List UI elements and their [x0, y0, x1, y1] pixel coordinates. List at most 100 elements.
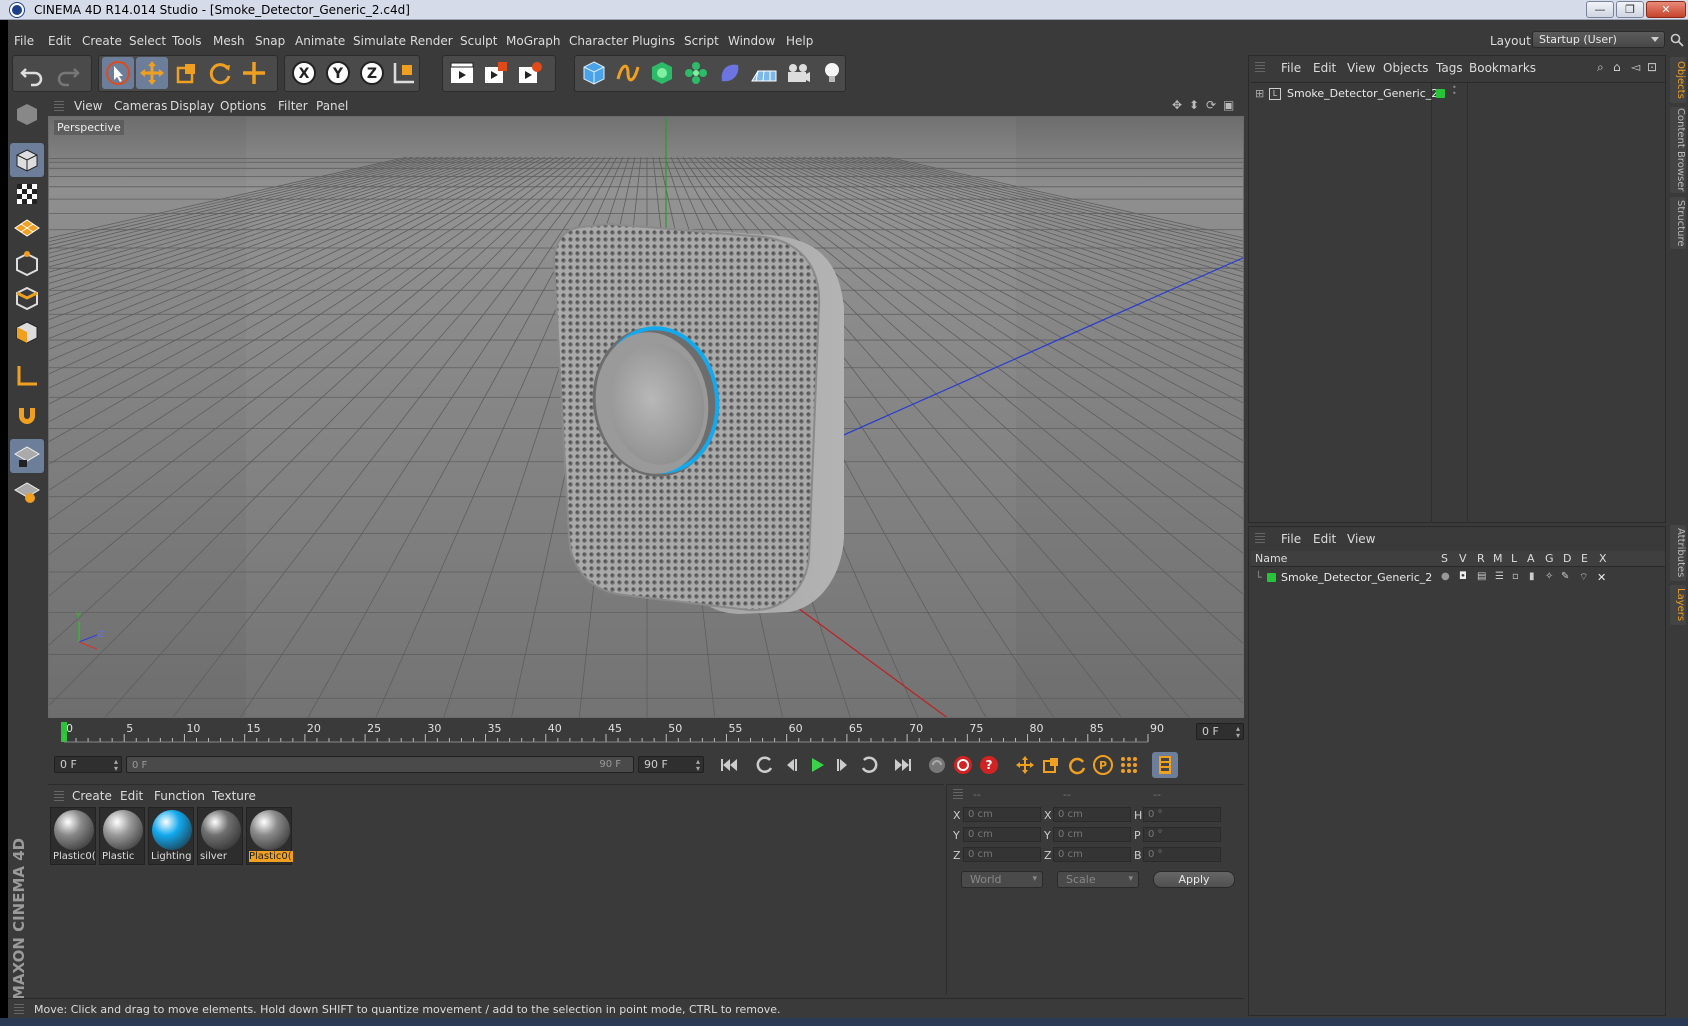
viewport-menu-cameras[interactable]: Cameras [114, 99, 167, 113]
coordinate-system-icon[interactable] [388, 57, 420, 89]
menu-script[interactable]: Script [684, 34, 719, 48]
manager-toggle-icon[interactable]: ☰ [1495, 571, 1504, 582]
mograph-cloner-icon[interactable] [680, 57, 712, 89]
animation-toggle-icon[interactable]: ▮ [1529, 571, 1535, 582]
timeline-ruler[interactable]: 0 5 10 15 20 25 30 35 40 45 50 55 60 65 70 75 80 85 90 0 F… [48, 720, 1244, 746]
menu-plugins[interactable]: Plugins [632, 34, 675, 48]
col-locked[interactable]: L [1511, 552, 1517, 565]
current-frame-field[interactable]: 0 F ▴ ▾ [1196, 723, 1244, 740]
layermgr-menu-view[interactable]: View [1347, 532, 1375, 546]
visibility-dots-icon[interactable]: • • [1452, 84, 1457, 98]
object-name[interactable]: Smoke_Detector_Generic_2 [1287, 87, 1438, 100]
maximize-button[interactable]: ❐ [1616, 1, 1644, 18]
tab-attributes[interactable]: Attributes [1670, 525, 1686, 581]
panel-grip-icon[interactable] [1255, 533, 1265, 543]
viewport-menu-options[interactable]: Options [220, 99, 266, 113]
col-animation[interactable]: A [1527, 552, 1535, 565]
layer-color-swatch[interactable] [1267, 573, 1276, 582]
expand-icon[interactable]: ⊞ [1255, 87, 1264, 100]
material-swatch[interactable]: Plastic [99, 807, 145, 865]
axis-mode-icon[interactable] [10, 359, 44, 393]
rotate-tool-icon[interactable] [204, 57, 236, 89]
key-parameter-icon[interactable]: P [1090, 752, 1116, 778]
menu-sculpt[interactable]: Sculpt [460, 34, 497, 48]
col-view[interactable]: V [1459, 552, 1467, 565]
live-selection-icon[interactable] [102, 57, 134, 89]
redo-icon[interactable] [52, 57, 84, 89]
layer-color-tag[interactable] [1436, 89, 1445, 98]
x-axis-lock-icon[interactable]: X [288, 57, 320, 89]
menu-tools[interactable]: Tools [172, 34, 202, 48]
apply-button[interactable]: Apply [1153, 871, 1235, 888]
key-rotation-icon[interactable] [1064, 752, 1090, 778]
objmgr-menu-file[interactable]: File [1281, 61, 1301, 75]
new-window-icon[interactable]: ⊡ [1647, 60, 1657, 74]
lock-toggle-icon[interactable]: ▫ [1512, 571, 1519, 582]
z-axis-lock-icon[interactable]: Z [356, 57, 388, 89]
layermgr-menu-edit[interactable]: Edit [1313, 532, 1336, 546]
key-pla-icon[interactable] [1116, 752, 1142, 778]
render-view-icon[interactable] [446, 57, 478, 89]
key-position-icon[interactable] [1012, 752, 1038, 778]
snap-magnet-icon[interactable] [10, 399, 44, 433]
pos-z-field[interactable]: 0 cm [963, 847, 1041, 862]
render-settings-icon[interactable] [514, 57, 546, 89]
polygons-mode-icon[interactable] [10, 315, 44, 349]
layer-row[interactable]: └ Smoke_Detector_Generic_2 ● ◘ ▤ ☰ ▫ ▮ ✧… [1255, 571, 1665, 587]
menu-mograph[interactable]: MoGraph [506, 34, 561, 48]
material-swatch[interactable]: Lighting [148, 807, 194, 865]
objmgr-menu-view[interactable]: View [1347, 61, 1375, 75]
close-button[interactable]: ✕ [1646, 1, 1686, 18]
keyframe-selection-icon[interactable]: ? [976, 752, 1002, 778]
playhead[interactable] [61, 722, 67, 742]
col-xrefs[interactable]: X [1599, 552, 1607, 565]
material-menu-texture[interactable]: Texture [212, 789, 256, 803]
rot-h-field[interactable]: 0 ° [1143, 807, 1221, 822]
size-z-field[interactable]: 0 cm [1053, 847, 1131, 862]
material-swatch[interactable]: silver [197, 807, 243, 865]
dolly-icon[interactable]: ⬍ [1189, 99, 1202, 112]
frame-range-slider[interactable]: 0 F 90 F [126, 756, 634, 773]
render-picture-viewer-icon[interactable] [480, 57, 512, 89]
size-y-field[interactable]: 0 cm [1053, 827, 1131, 842]
expression-toggle-icon[interactable]: ⌔ [1579, 571, 1588, 584]
tab-content-browser[interactable]: Content Browser [1670, 107, 1686, 193]
move-tool-icon[interactable] [136, 57, 168, 89]
spline-icon[interactable] [612, 57, 644, 89]
rot-p-field[interactable]: 0 ° [1143, 827, 1221, 842]
panel-grip-icon[interactable] [953, 789, 963, 799]
menu-character[interactable]: Character [569, 34, 628, 48]
arrow-icon[interactable]: ◅ [1631, 60, 1640, 74]
col-expressions[interactable]: E [1581, 552, 1588, 565]
menu-snap[interactable]: Snap [255, 34, 285, 48]
maximize-view-icon[interactable]: ▣ [1223, 99, 1236, 112]
home-icon[interactable]: ⌂ [1613, 60, 1621, 74]
key-scale-icon[interactable] [1038, 752, 1064, 778]
menu-simulate[interactable]: Simulate [353, 34, 406, 48]
next-frame-icon[interactable] [830, 752, 856, 778]
pos-y-field[interactable]: 0 cm [963, 827, 1041, 842]
render-toggle-icon[interactable]: ▤ [1477, 571, 1486, 582]
make-editable-icon[interactable] [10, 97, 44, 131]
menu-select[interactable]: Select [129, 34, 166, 48]
viewport-menu-filter[interactable]: Filter [278, 99, 308, 113]
layermgr-menu-file[interactable]: File [1281, 532, 1301, 546]
light-icon[interactable] [816, 57, 848, 89]
pan-icon[interactable]: ✥ [1172, 99, 1185, 112]
col-name[interactable]: Name [1255, 552, 1287, 565]
panel-grip-icon[interactable] [14, 1004, 24, 1014]
menu-create[interactable]: Create [82, 34, 122, 48]
add-tool-icon[interactable] [238, 57, 270, 89]
model-mode-icon[interactable] [10, 143, 44, 177]
rot-b-field[interactable]: 0 ° [1143, 847, 1221, 862]
tab-structure[interactable]: Structure [1670, 197, 1686, 249]
deformer-toggle-icon[interactable]: ✎ [1561, 571, 1569, 582]
cube-icon[interactable] [578, 57, 610, 89]
search-icon[interactable]: ⌕ [1597, 60, 1604, 75]
material-menu-create[interactable]: Create [72, 789, 112, 803]
panel-grip-icon[interactable] [54, 101, 64, 111]
menu-help[interactable]: Help [786, 34, 813, 48]
solo-toggle-icon[interactable]: ● [1441, 571, 1450, 582]
size-x-field[interactable]: 0 cm [1053, 807, 1131, 822]
next-key-icon[interactable] [856, 752, 882, 778]
